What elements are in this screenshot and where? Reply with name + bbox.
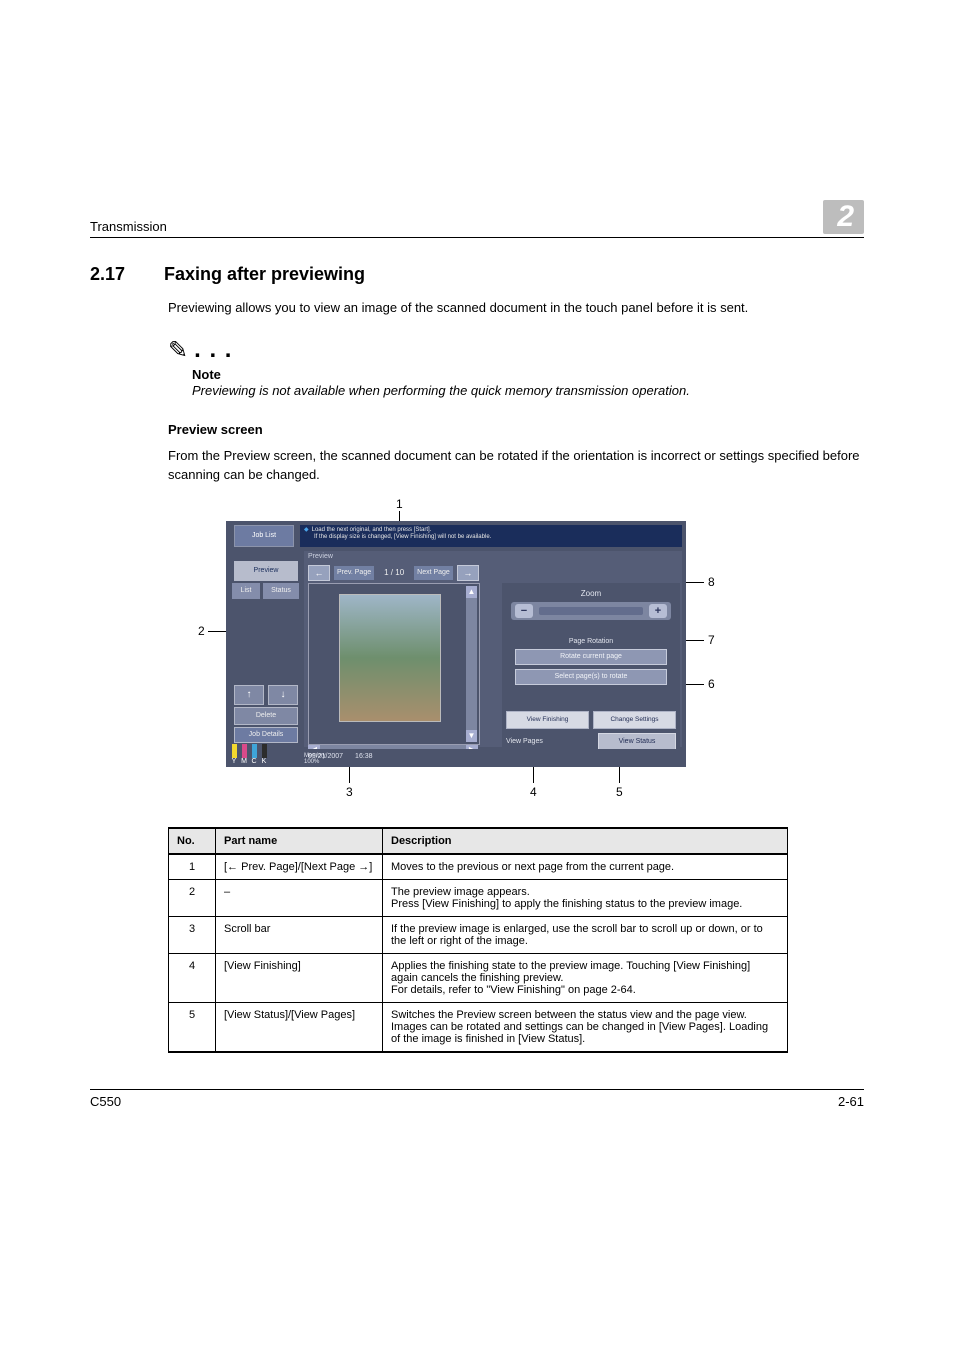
prev-page-label: Prev. Page <box>334 566 374 580</box>
view-finishing-button[interactable]: View Finishing <box>506 711 589 729</box>
scroll-down-icon[interactable]: ▼ <box>466 730 477 742</box>
callout-3: 3 <box>346 785 353 799</box>
preview-label: Preview <box>308 553 333 560</box>
footer-page: 2-61 <box>838 1094 864 1109</box>
next-page-button[interactable]: → <box>457 565 479 581</box>
vertical-scrollbar[interactable]: ▲ ▼ <box>466 586 477 742</box>
table-row: 2 – The preview image appears.Press [Vie… <box>169 879 788 916</box>
preview-tab[interactable]: Preview <box>234 561 298 581</box>
callout-2: 2 <box>198 624 205 638</box>
table-row: 1 [← Prev. Page]/[Next Page →] Moves to … <box>169 854 788 880</box>
table-row: 3 Scroll bar If the preview image is enl… <box>169 916 788 953</box>
parts-table: No. Part name Description 1 [← Prev. Pag… <box>168 827 788 1053</box>
rotate-current-button[interactable]: Rotate current page <box>515 649 667 665</box>
zoom-out-button[interactable]: − <box>515 604 533 618</box>
preview-screen-desc: From the Preview screen, the scanned doc… <box>168 447 864 485</box>
callout-7: 7 <box>708 633 715 647</box>
list-tab[interactable]: List <box>232 583 260 599</box>
toner-levels: Y M C K <box>230 744 268 765</box>
callout-4: 4 <box>530 785 537 799</box>
preview-figure: 1 2 8 7 6 3 4 5 Job List ◆Load the next … <box>168 501 728 801</box>
preview-thumbnail <box>339 594 441 722</box>
scroll-up-icon[interactable]: ▲ <box>466 586 477 598</box>
prev-page-button[interactable]: ← <box>308 565 330 581</box>
status-bar: 09/21/2007 16:38 <box>304 749 682 765</box>
zoom-slider[interactable]: − + <box>511 602 671 620</box>
job-details-button[interactable]: Job Details <box>234 727 298 743</box>
joblist-button[interactable]: Job List <box>234 525 294 547</box>
banner-text: ◆Load the next original, and then press … <box>300 525 682 547</box>
running-head-text: Transmission <box>90 219 167 234</box>
page-counter: 1 / 10 <box>378 568 410 577</box>
preview-image-area: ▲ ▼ <box>308 583 480 745</box>
zoom-label: Zoom <box>502 589 680 598</box>
delete-button[interactable]: Delete <box>234 707 298 725</box>
section-intro: Previewing allows you to view an image o… <box>168 299 864 318</box>
col-part: Part name <box>216 828 383 854</box>
select-pages-rotate-button[interactable]: Select page(s) to rotate <box>515 669 667 685</box>
section-title: Faxing after previewing <box>164 264 365 285</box>
callout-6: 6 <box>708 677 715 691</box>
change-settings-button[interactable]: Change Settings <box>593 711 676 729</box>
note-text: Previewing is not available when perform… <box>192 382 864 400</box>
rotation-label: Page Rotation <box>502 638 680 645</box>
view-pages-label: View Pages <box>506 738 594 745</box>
callout-5: 5 <box>616 785 623 799</box>
col-desc: Description <box>383 828 788 854</box>
zoom-in-button[interactable]: + <box>649 604 667 618</box>
col-no: No. <box>169 828 216 854</box>
preview-screen-heading: Preview screen <box>168 422 864 437</box>
note-label: Note <box>192 367 864 382</box>
table-row: 5 [View Status]/[View Pages] Switches th… <box>169 1002 788 1052</box>
chapter-badge: 2 <box>823 200 864 234</box>
scroll-up-button[interactable]: ↑ <box>234 685 264 705</box>
status-time: 16:38 <box>355 753 373 760</box>
table-row: 4 [View Finishing] Applies the finishing… <box>169 953 788 1002</box>
zoom-track[interactable] <box>539 607 643 615</box>
callout-1: 1 <box>396 497 403 511</box>
status-tab[interactable]: Status <box>263 583 299 599</box>
section-number: 2.17 <box>90 264 146 285</box>
memory-pct: 100% <box>304 759 319 765</box>
scroll-down-button[interactable]: ↓ <box>268 685 298 705</box>
next-page-label: Next Page <box>414 566 453 580</box>
note-icon: ✎ <box>168 336 188 365</box>
panel-screenshot: Job List ◆Load the next original, and th… <box>226 521 686 767</box>
footer-model: C550 <box>90 1094 121 1109</box>
callout-8: 8 <box>708 575 715 589</box>
